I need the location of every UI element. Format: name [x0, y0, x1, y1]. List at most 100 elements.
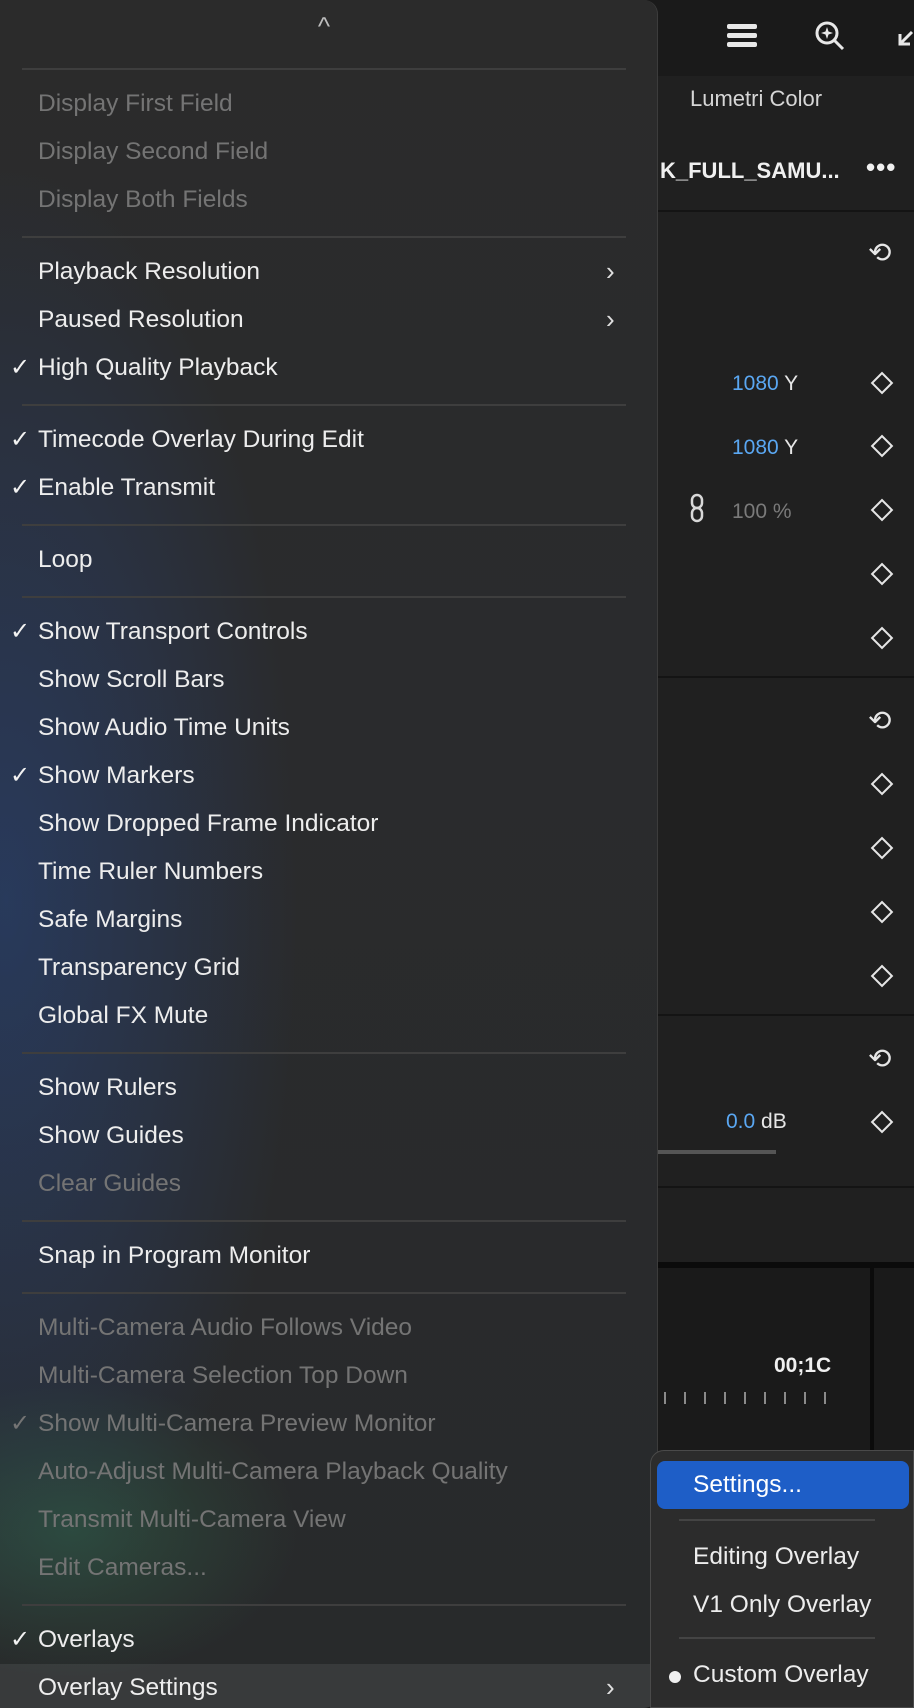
- menu-item-label: Clear Guides: [38, 1170, 181, 1197]
- collapse-arrow-icon[interactable]: [896, 18, 914, 63]
- checkmark-icon: ✓: [10, 1626, 31, 1653]
- menu-item-show-markers[interactable]: ✓ Show Markers: [0, 752, 657, 800]
- slider-track[interactable]: [650, 1150, 776, 1154]
- ruler-tick: [664, 1392, 666, 1404]
- menu-item-label: Editing Overlay: [693, 1543, 860, 1570]
- menu-item-snap-in-program-monitor[interactable]: Snap in Program Monitor: [0, 1232, 657, 1280]
- menu-item-label: Show Transport Controls: [38, 618, 308, 645]
- menu-item-high-quality-playback[interactable]: ✓ High Quality Playback: [0, 344, 657, 392]
- menu-item-transparency-grid[interactable]: Transparency Grid: [0, 944, 657, 992]
- menu-item-multi-camera-selection-top-down: Multi-Camera Selection Top Down: [0, 1352, 657, 1400]
- radio-dot-icon: [669, 1671, 681, 1683]
- menu-item-label: Transmit Multi-Camera View: [38, 1506, 346, 1533]
- menu-item-label: Edit Cameras...: [38, 1554, 207, 1581]
- panel-toolbar: [636, 0, 914, 76]
- divider: [640, 676, 914, 678]
- chevron-right-icon: ›: [606, 1672, 615, 1702]
- menu-item-label: Show Multi-Camera Preview Monitor: [38, 1410, 436, 1437]
- menu-item-show-guides[interactable]: Show Guides: [0, 1112, 657, 1160]
- menu-item-overlays[interactable]: ✓ Overlays: [0, 1616, 657, 1664]
- menu-item-playback-resolution[interactable]: Playback Resolution ›: [0, 248, 657, 296]
- screen: Lumetri Color K_FULL_SAMU... ••• ⟲ 1080 …: [0, 0, 914, 1708]
- menu-item-global-fx-mute[interactable]: Global FX Mute: [0, 992, 657, 1040]
- link-icon[interactable]: [690, 493, 704, 530]
- checkmark-icon: ✓: [10, 426, 31, 453]
- menu-item-loop[interactable]: Loop: [0, 536, 657, 584]
- menu-item-transmit-multi-camera-view: Transmit Multi-Camera View: [0, 1496, 657, 1544]
- menu-item-label: Enable Transmit: [38, 474, 216, 501]
- submenu-item-editing-overlay[interactable]: Editing Overlay: [657, 1533, 909, 1581]
- volume-level-value[interactable]: 0.0 dB: [726, 1110, 787, 1134]
- menu-item-label: Auto-Adjust Multi-Camera Playback Qualit…: [38, 1458, 508, 1485]
- submenu-item-settings[interactable]: Settings...: [657, 1461, 909, 1509]
- menu-item-edit-cameras: Edit Cameras...: [0, 1544, 657, 1592]
- reset-icon[interactable]: ⟲: [868, 706, 891, 736]
- menu-item-multi-camera-audio-follows-video: Multi-Camera Audio Follows Video: [0, 1304, 657, 1352]
- menu-separator: [22, 524, 626, 526]
- menu-item-label: Show Rulers: [38, 1074, 177, 1101]
- reset-icon[interactable]: ⟲: [868, 238, 891, 268]
- menu-item-label: Multi-Camera Audio Follows Video: [38, 1314, 413, 1341]
- menu-item-time-ruler-numbers[interactable]: Time Ruler Numbers: [0, 848, 657, 896]
- position-value[interactable]: 1080 Y: [732, 372, 798, 396]
- clip-name: K_FULL_SAMU...: [660, 158, 840, 183]
- menu-item-label: Snap in Program Monitor: [38, 1242, 311, 1269]
- ruler-tick: [804, 1392, 806, 1404]
- checkmark-icon: ✓: [10, 1410, 31, 1437]
- ruler-tick: [784, 1392, 786, 1404]
- ruler-tick: [724, 1392, 726, 1404]
- overlay-settings-submenu: Settings... Editing Overlay V1 Only Over…: [650, 1450, 914, 1708]
- menu-item-show-transport-controls[interactable]: ✓ Show Transport Controls: [0, 608, 657, 656]
- menu-item-label: Display Both Fields: [38, 186, 248, 213]
- menu-item-label: Show Scroll Bars: [38, 666, 225, 693]
- submenu-item-custom-overlay[interactable]: Custom Overlay: [657, 1651, 909, 1699]
- checkmark-icon: ✓: [10, 354, 31, 381]
- menu-item-paused-resolution[interactable]: Paused Resolution ›: [0, 296, 657, 344]
- menu-item-label: Global FX Mute: [38, 1002, 209, 1029]
- scale-value[interactable]: 100 %: [732, 500, 792, 524]
- menu-item-label: Overlay Settings: [38, 1674, 218, 1701]
- chevron-right-icon: ›: [606, 256, 615, 286]
- menu-separator: [22, 1052, 626, 1054]
- more-icon[interactable]: •••: [866, 152, 896, 183]
- menu-item-enable-transmit[interactable]: ✓ Enable Transmit: [0, 464, 657, 512]
- ruler-tick: [744, 1392, 746, 1404]
- menu-separator: [22, 236, 626, 238]
- search-spark-icon[interactable]: [812, 18, 848, 63]
- submenu-item-v1-only-overlay[interactable]: V1 Only Overlay: [657, 1581, 909, 1629]
- menu-separator: [22, 1292, 626, 1294]
- reset-icon[interactable]: ⟲: [868, 1044, 891, 1074]
- menu-item-show-dropped-frame-indicator[interactable]: Show Dropped Frame Indicator: [0, 800, 657, 848]
- menu-separator: [22, 1220, 626, 1222]
- menu-item-label: Transparency Grid: [38, 954, 240, 981]
- menu-item-label: Playback Resolution: [38, 258, 260, 285]
- position-value[interactable]: 1080 Y: [732, 436, 798, 460]
- menu-item-display-first-field: Display First Field: [0, 80, 657, 128]
- menu-item-label: Show Guides: [38, 1122, 184, 1149]
- list-settings-icon[interactable]: [724, 18, 760, 63]
- ruler-tick: [824, 1392, 826, 1404]
- menu-separator: [22, 68, 626, 70]
- menu-item-label: Time Ruler Numbers: [38, 858, 264, 885]
- monitor-settings-menu: ^ Display First Field Display Second Fiel…: [0, 0, 658, 1708]
- scroll-up-icon[interactable]: ^: [306, 8, 342, 44]
- menu-item-show-scroll-bars[interactable]: Show Scroll Bars: [0, 656, 657, 704]
- menu-item-label: Multi-Camera Selection Top Down: [38, 1362, 408, 1389]
- menu-item-label: Overlays: [38, 1626, 135, 1653]
- menu-item-show-multi-camera-preview-monitor: ✓ Show Multi-Camera Preview Monitor: [0, 1400, 657, 1448]
- menu-separator: [22, 404, 626, 406]
- menu-item-timecode-overlay-during-edit[interactable]: ✓ Timecode Overlay During Edit: [0, 416, 657, 464]
- menu-separator: [679, 1637, 875, 1639]
- menu-item-label: Show Audio Time Units: [38, 714, 290, 741]
- ruler-tick: [764, 1392, 766, 1404]
- menu-item-show-audio-time-units[interactable]: Show Audio Time Units: [0, 704, 657, 752]
- menu-separator: [679, 1519, 875, 1521]
- checkmark-icon: ✓: [10, 762, 31, 789]
- menu-item-overlay-settings[interactable]: Overlay Settings ›: [0, 1664, 657, 1708]
- ruler-tick: [684, 1392, 686, 1404]
- menu-item-safe-margins[interactable]: Safe Margins: [0, 896, 657, 944]
- panel-tab-lumetri-color[interactable]: Lumetri Color: [690, 86, 870, 112]
- ruler-tick: [704, 1392, 706, 1404]
- menu-item-show-rulers[interactable]: Show Rulers: [0, 1064, 657, 1112]
- menu-item-label: V1 Only Overlay: [693, 1591, 872, 1618]
